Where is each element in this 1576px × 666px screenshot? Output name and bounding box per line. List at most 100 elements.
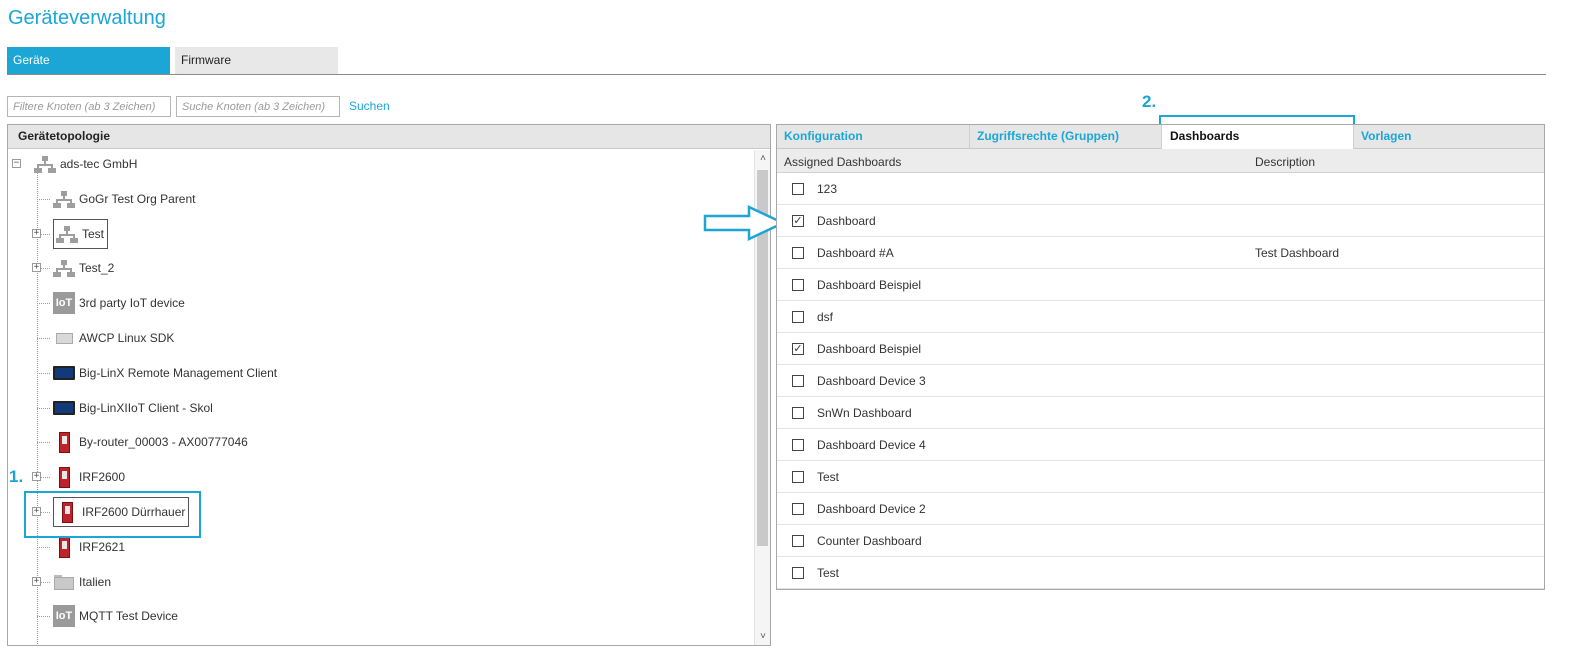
tab-firmware[interactable]: Firmware (175, 47, 338, 74)
tree-branch-line (37, 616, 50, 618)
tab-vorlagen[interactable]: Vorlagen (1354, 125, 1544, 149)
dashboard-checkbox[interactable] (792, 471, 804, 483)
tree-node-label: AWCP Linux SDK (79, 331, 175, 345)
dashboard-row[interactable]: Dashboard #A Test Dashboard (777, 237, 1544, 269)
step-2-marker: 2. (1142, 92, 1157, 111)
tree-node[interactable]: GoGr Test Org Parent (53, 187, 196, 211)
filter-nodes-input[interactable] (7, 96, 171, 117)
search-link[interactable]: Suchen (349, 99, 390, 113)
dashboard-checkbox[interactable] (792, 407, 804, 419)
tree-node[interactable]: Test_2 (53, 256, 114, 280)
dashboard-name: Test (817, 566, 840, 580)
tree-node[interactable]: Big-LinX Remote Management Client (53, 361, 277, 385)
dashboard-name: Dashboard Device 2 (817, 502, 926, 516)
device-topology-panel: Gerätetopologie − ads-tec GmbH GoGr Test O… (7, 124, 771, 646)
tree-branch-line (37, 442, 50, 444)
dashboard-checkbox[interactable] (792, 535, 804, 547)
folder-icon (53, 571, 75, 593)
dashboard-row[interactable]: Test (777, 461, 1544, 493)
dashboard-checkbox[interactable] (792, 183, 804, 195)
tab-dashboards[interactable]: Dashboards (1162, 125, 1354, 149)
tree-node[interactable]: AWCP Linux SDK (53, 326, 174, 350)
dashboard-row[interactable]: ✓ Dashboard (777, 205, 1544, 237)
dashboard-list: 123 ✓ Dashboard Dashboard #A Test Dashboard D… (777, 173, 1544, 589)
tree-node-label: 3rd party IoT device (79, 296, 185, 311)
tree-node[interactable]: By-router_00003 - AX00777046 (53, 430, 248, 454)
tab-zugriffsrechte[interactable]: Zugriffsrechte (Gruppen) (970, 125, 1162, 149)
org-icon (53, 257, 75, 279)
dashboard-checkbox[interactable] (792, 439, 804, 451)
dashboard-row[interactable]: 123 (777, 173, 1544, 205)
dashboard-name: 123 (817, 182, 838, 196)
tree-branch-line (37, 303, 50, 305)
dashboard-row[interactable]: dsf (777, 301, 1544, 333)
dashboard-checkbox[interactable] (792, 279, 804, 291)
dashboard-name: Dashboard Device 3 (817, 374, 926, 388)
expand-icon[interactable]: + (32, 472, 41, 482)
dashboard-checkbox[interactable]: ✓ (792, 343, 804, 355)
dashboard-name: Dashboard (817, 214, 876, 228)
dashboard-row[interactable]: Dashboard Device 2 (777, 493, 1544, 525)
tree-header: Gerätetopologie (8, 125, 770, 149)
tree-node[interactable]: Italien (53, 570, 111, 594)
tree-trunk-line (37, 172, 38, 645)
tree-node[interactable]: IRF2600 (53, 465, 125, 489)
dashboard-row[interactable]: Dashboard Device 3 (777, 365, 1544, 397)
dashboard-name: Dashboard #A (817, 246, 894, 260)
dashboard-checkbox[interactable]: ✓ (792, 215, 804, 227)
tree-node[interactable]: ads-tec GmbH (34, 152, 137, 176)
iot-icon: IoT (53, 292, 75, 315)
dashboard-name: Test (817, 470, 840, 484)
device-tree: − ads-tec GmbH GoGr Test Org Parent + Test + T… (8, 150, 755, 645)
col-assigned-dashboards[interactable]: Assigned Dashboards (784, 155, 901, 169)
tree-node[interactable]: IoT MQTT Test Device (53, 604, 178, 628)
dashboard-checkbox[interactable] (792, 375, 804, 387)
dashboard-row[interactable]: Dashboard Beispiel (777, 269, 1544, 301)
dashboard-name: Dashboard Beispiel (817, 278, 922, 292)
dashboard-checkbox[interactable] (792, 311, 804, 323)
dashboard-row[interactable]: Counter Dashboard (777, 525, 1544, 557)
tree-node-label: Italien (79, 574, 112, 589)
tree-node[interactable]: IRF2621 (53, 535, 125, 559)
router-icon (53, 536, 75, 558)
iot-icon: IoT (53, 605, 75, 628)
dashboard-name: Counter Dashboard (817, 534, 922, 548)
expand-icon[interactable]: + (32, 576, 41, 586)
step-1-marker: 1. (9, 467, 24, 486)
dashboard-checkbox[interactable] (792, 503, 804, 515)
dashboard-description: Test Dashboard (1255, 246, 1340, 260)
dashboard-name: Dashboard Device 4 (817, 438, 926, 452)
tree-node-label: MQTT Test Device (79, 609, 178, 624)
dashboard-row[interactable]: Test (777, 557, 1544, 589)
tree-branch-line (37, 546, 50, 548)
tab-konfiguration[interactable]: Konfiguration (777, 125, 970, 149)
dashboard-name: Dashboard Beispiel (817, 342, 922, 356)
router-icon (53, 466, 75, 489)
scroll-down-icon[interactable]: ˅ (755, 630, 770, 644)
dashboard-checkbox[interactable] (792, 567, 804, 579)
tree-node-label: GoGr Test Org Parent (79, 191, 196, 206)
dashboard-row[interactable]: SnWn Dashboard (777, 397, 1544, 429)
expand-icon[interactable]: + (32, 228, 41, 238)
col-description[interactable]: Description (1255, 155, 1315, 169)
router-icon (53, 431, 75, 454)
tree-node-label: ads-tec GmbH (60, 157, 138, 171)
org-icon (53, 188, 75, 210)
tree-branch-line (37, 407, 50, 409)
details-tabs: Konfiguration Zugriffsrechte (Gruppen) D… (777, 125, 1544, 149)
tree-node[interactable]: Test (53, 218, 109, 249)
screen-device-icon (53, 397, 75, 419)
dashboard-row[interactable]: Dashboard Device 4 (777, 429, 1544, 461)
dashboard-checkbox[interactable] (792, 247, 804, 259)
tree-node[interactable]: IoT 3rd party IoT device (53, 291, 185, 315)
tree-branch-line (37, 198, 50, 200)
org-icon (34, 153, 56, 175)
scroll-up-icon[interactable]: ˄ (755, 152, 770, 166)
dashboard-row[interactable]: ✓ Dashboard Beispiel (777, 333, 1544, 365)
tree-node[interactable]: Big-LinXIIoT Client - Skol (53, 396, 213, 420)
tab-geraete[interactable]: Geräte (7, 47, 170, 74)
expand-icon[interactable]: + (32, 263, 41, 273)
tree-branch-line (37, 372, 50, 374)
search-nodes-input[interactable] (176, 96, 340, 117)
collapse-icon[interactable]: − (12, 159, 21, 168)
